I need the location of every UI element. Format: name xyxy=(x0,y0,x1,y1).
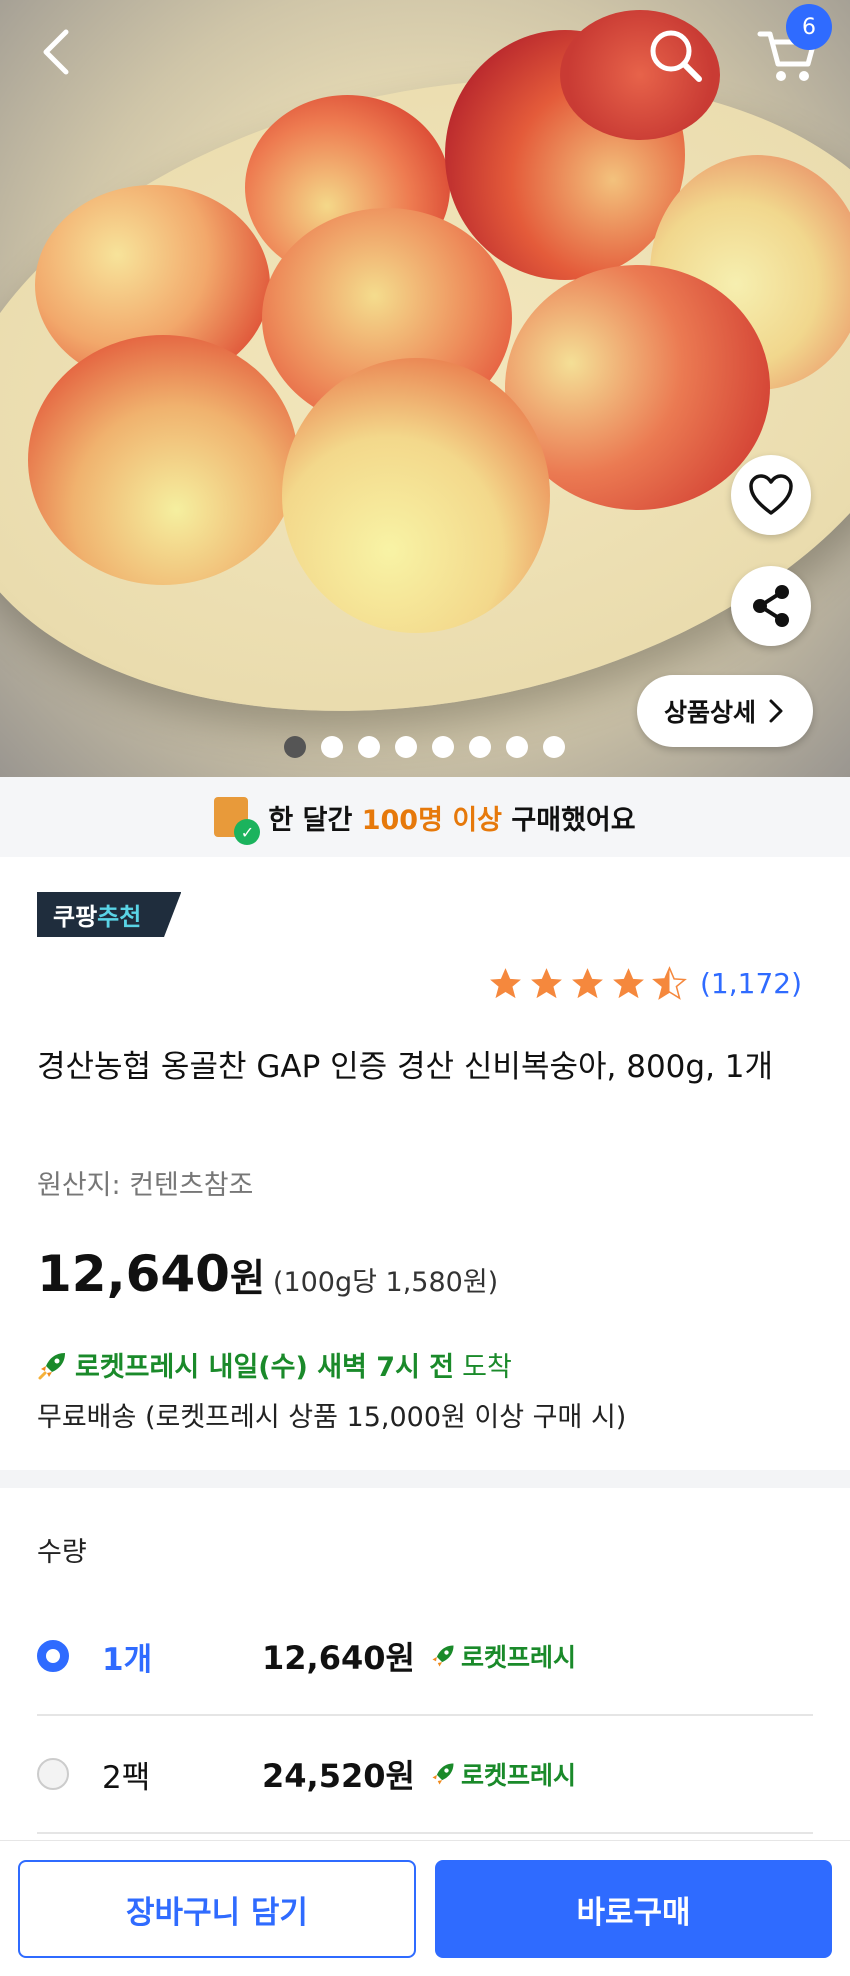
free-shipping-note: 무료배송 (로켓프레시 상품 15,000원 이상 구매 시) xyxy=(37,1402,627,1433)
price-row: 12,640 원 (100g당 1,580원) xyxy=(37,1245,498,1303)
banner-highlight: 100명 이상 xyxy=(361,804,502,836)
add-to-cart-button[interactable]: 장바구니 담기 xyxy=(18,1860,416,1958)
pagination-dot[interactable] xyxy=(506,736,528,758)
option-name: 1개 xyxy=(102,1641,153,1678)
option-name: 2팩 xyxy=(102,1759,151,1796)
product-origin: 원산지: 컨텐츠참조 xyxy=(37,1170,254,1201)
radio-unselected[interactable] xyxy=(37,1758,69,1790)
shopping-bag-icon: ✓ xyxy=(214,797,261,845)
product-image[interactable]: 6 상품상세 xyxy=(0,0,850,777)
product-title: 경산농협 옹골찬 GAP 인증 경산 신비복숭아, 800g, 1개 xyxy=(37,1049,774,1085)
badge-brand: 쿠팡 xyxy=(53,903,98,931)
pagination-dot[interactable] xyxy=(321,736,343,758)
sale-price: 12,640 xyxy=(37,1245,230,1303)
banner-prefix: 한 달간 xyxy=(268,804,353,836)
star-icon xyxy=(531,968,562,999)
star-rating xyxy=(487,965,688,1002)
search-button[interactable] xyxy=(640,20,710,90)
chevron-left-icon xyxy=(43,29,69,75)
rocket-fresh-tag: 로켓프레시 xyxy=(460,1761,576,1790)
pagination-dot[interactable] xyxy=(469,736,491,758)
option-price: 12,640원 xyxy=(262,1639,415,1677)
image-pagination xyxy=(284,736,565,758)
cart-count-badge: 6 xyxy=(786,4,832,50)
purchase-count-banner: ✓ 한 달간 100명 이상 구매했어요 xyxy=(0,777,850,857)
chevron-right-icon xyxy=(769,699,783,723)
heart-icon xyxy=(749,474,793,515)
back-button[interactable] xyxy=(30,22,82,82)
search-icon xyxy=(650,30,702,82)
quantity-label: 수량 xyxy=(37,1537,87,1568)
star-icon xyxy=(572,968,603,999)
pagination-dot[interactable] xyxy=(395,736,417,758)
pagination-dot[interactable] xyxy=(432,736,454,758)
rocket-icon xyxy=(432,1763,454,1785)
price-currency: 원 xyxy=(229,1256,265,1300)
pagination-dot[interactable] xyxy=(543,736,565,758)
rating[interactable]: (1,172) xyxy=(487,965,802,1002)
rocket-icon xyxy=(432,1645,454,1667)
share-icon xyxy=(753,585,789,627)
half-star-icon xyxy=(652,966,687,1000)
delivery-eta: 로켓프레시 내일(수) 새벽 7시 전 도착 xyxy=(37,1345,512,1384)
quantity-option[interactable]: 2팩 24,520원 로켓프레시 xyxy=(37,1716,813,1834)
pagination-dot[interactable] xyxy=(284,736,306,758)
coupang-recommend-badge: 쿠팡 추천 xyxy=(37,892,182,937)
option-delivery-tag: 로켓프레시 xyxy=(429,1638,576,1674)
quantity-option[interactable]: 1개 12,640원 로켓프레시 xyxy=(37,1598,813,1716)
rocket-fresh-tag: 로켓프레시 xyxy=(460,1643,576,1672)
banner-suffix: 구매했어요 xyxy=(511,804,636,836)
arrive-label: 도착 xyxy=(462,1352,512,1383)
option-price: 24,520원 xyxy=(262,1757,415,1795)
buy-now-button[interactable]: 바로구매 xyxy=(435,1860,832,1958)
peach xyxy=(282,358,550,633)
rocket-fresh-eta: 로켓프레시 내일(수) 새벽 7시 전 xyxy=(75,1352,455,1383)
product-detail-button[interactable]: 상품상세 xyxy=(637,675,813,747)
star-icon xyxy=(490,968,521,999)
wishlist-button[interactable] xyxy=(731,455,811,535)
star-icon xyxy=(613,968,644,999)
review-count-link[interactable]: (1,172) xyxy=(700,967,802,1000)
bottom-action-bar: 장바구니 담기 바로구매 xyxy=(0,1840,850,1976)
check-icon: ✓ xyxy=(234,819,261,845)
share-button[interactable] xyxy=(731,566,811,646)
radio-selected[interactable] xyxy=(37,1640,69,1672)
badge-accent: 추천 xyxy=(97,903,142,931)
peach xyxy=(28,335,298,585)
unit-price: (100g당 1,580원) xyxy=(272,1267,499,1298)
section-divider xyxy=(0,1470,850,1488)
product-detail-label: 상품상세 xyxy=(663,698,756,727)
pagination-dot[interactable] xyxy=(358,736,380,758)
option-delivery-tag: 로켓프레시 xyxy=(429,1756,576,1792)
rocket-icon xyxy=(38,1352,65,1379)
